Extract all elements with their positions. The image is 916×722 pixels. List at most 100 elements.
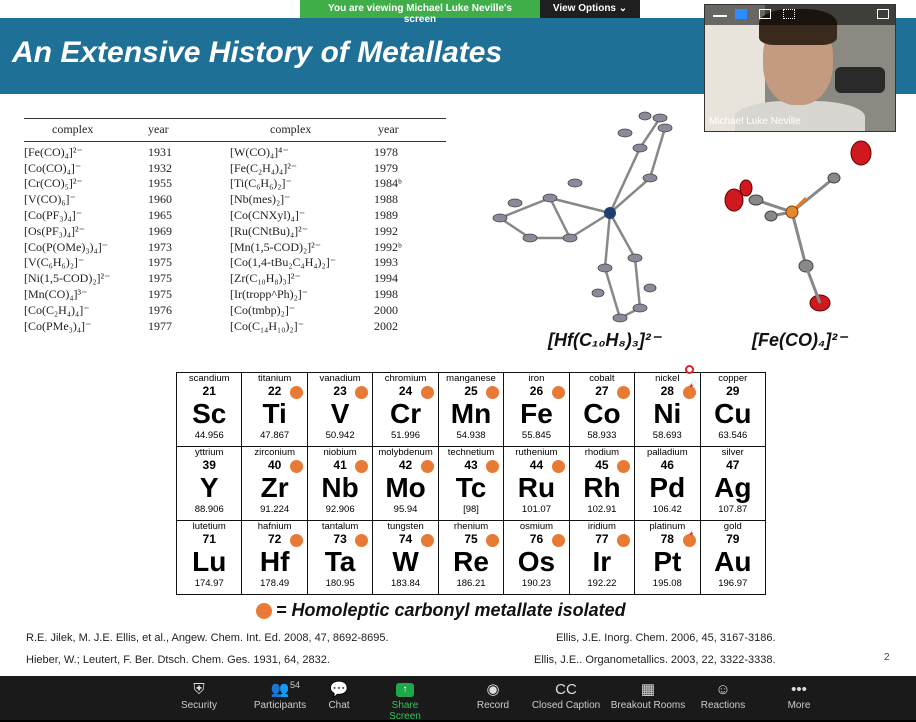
element-symbol: Cu: [714, 398, 752, 429]
element-cell-nickel: nickel 28 Ni 58.693 *: [634, 372, 701, 447]
reactions-icon: ☺: [715, 681, 731, 698]
periodic-table: scandium 21 Sc 44.956 titanium 22 Ti 47.867 vana…: [175, 372, 767, 595]
element-name: gold: [723, 521, 742, 532]
breakout-rooms-icon: ▦: [640, 681, 656, 698]
closed-caption-icon: CC: [555, 681, 577, 698]
toolbar-label: More: [787, 700, 811, 711]
table-cell-year: 1973: [148, 239, 172, 254]
carbonyl-dot: [617, 534, 631, 547]
viewing-banner: You are viewing Michael Luke Neville's s…: [300, 0, 640, 25]
element-symbol: Ir: [592, 546, 612, 577]
element-mass: 107.87: [718, 504, 748, 515]
element-mass: 192.22: [587, 578, 617, 589]
share-screen-button[interactable]: ↑ Share Screen: [382, 680, 428, 722]
element-symbol: Y: [199, 472, 219, 503]
security-button[interactable]: ⛨ Security: [176, 680, 222, 711]
element-symbol: V: [330, 398, 350, 429]
element-symbol: Co: [583, 398, 621, 429]
element-cell-technetium: technetium 43 Tc [98]: [437, 446, 505, 521]
carbonyl-dot: [551, 534, 565, 547]
maximize-icon[interactable]: [877, 9, 889, 19]
viewing-notice: You are viewing Michael Luke Neville's s…: [300, 0, 540, 25]
element-cell-lutetium: lutetium 71 Lu 174.97: [175, 520, 243, 595]
table-cell-year: 1979: [374, 160, 398, 175]
table-cell-complex: [Os(PF₃)₄]²⁻: [24, 223, 85, 238]
element-cell-palladium: palladium 46 Pd 106.42: [634, 446, 701, 521]
reference-3: Ellis, J.E. Inorg. Chem. 2006, 45, 3167-…: [556, 632, 776, 644]
element-mass: 95.94: [393, 504, 418, 515]
record-button[interactable]: ◉ Record: [470, 680, 516, 711]
table-cell-complex: [Co(tmbp)₂]⁻: [230, 302, 296, 317]
element-name: zirconium: [254, 447, 295, 458]
gallery-view-icon[interactable]: [783, 9, 795, 19]
toolbar-label: Record: [476, 700, 510, 711]
table-cell-complex: [Zr(C₁₀H₈)₃]²⁻: [230, 271, 301, 286]
slide-title: An Extensive History of Metallates: [12, 36, 503, 69]
table-cell-year: 1975: [148, 286, 172, 301]
participants-button[interactable]: 👥 Participants 54: [240, 680, 320, 711]
chat-icon: 💬: [329, 681, 349, 698]
element-cell-gold: gold 79 Au 196.97: [699, 520, 767, 595]
element-symbol: Mo: [385, 472, 426, 503]
hf-structure-image: [492, 111, 673, 323]
table-cell-complex: [Co(P(OMe)₃)₄]⁻: [24, 239, 109, 254]
table-right-column: [W(CO)₄]⁴⁻ 1978 [Fe(C₂H₄)₄]²⁻ 1979 [Ti(C₆H₆)…: [230, 145, 446, 335]
table-cell-year: 1989: [374, 207, 398, 222]
chat-button[interactable]: 💬 Chat: [316, 680, 362, 711]
carbonyl-dot: [289, 460, 303, 473]
element-name: iridium: [587, 521, 616, 532]
table-cell-complex: [Mn(1,5-COD)₂]²⁻: [230, 239, 322, 254]
element-mass: 88.906: [194, 504, 224, 515]
element-cell-yttrium: yttrium 39 Y 88.906: [175, 446, 243, 521]
participant-video[interactable]: Michael Luke Neville: [704, 4, 896, 132]
element-cell-tantalum: tantalum 73 Ta 180.95: [306, 520, 374, 595]
header-complex: complex: [52, 122, 94, 136]
legend-text: = Homoleptic carbonyl metallate isolated: [276, 600, 626, 620]
element-cell-tungsten: tungsten 74 W 183.84: [372, 520, 439, 595]
element-cell-cobalt: cobalt 27 Co 58.933: [568, 372, 636, 447]
side-by-side-icon[interactable]: [759, 9, 771, 19]
element-mass: 196.97: [718, 578, 748, 589]
view-options-button[interactable]: View Options ⌄: [540, 0, 640, 18]
element-mass: 63.546: [718, 430, 748, 441]
carbonyl-dot: [551, 386, 565, 399]
element-cell-vanadium: vanadium 23 V 50.942: [306, 372, 374, 447]
table-cell-year: 1931: [148, 144, 172, 159]
minimize-icon[interactable]: [713, 15, 727, 17]
table-cell-year: 1977: [148, 318, 172, 333]
breakout-rooms-button[interactable]: ▦ Breakout Rooms: [608, 680, 688, 711]
fe-caption: [Fe(CO)₄]²⁻: [752, 330, 847, 350]
element-cell-iron: iron 26 Fe 55.845: [503, 372, 570, 447]
fe-structure-image: [724, 140, 872, 312]
metallate-table: complex year complex year [Fe(CO)₄]²⁻ 193…: [24, 118, 446, 334]
element-symbol: Rh: [583, 472, 621, 503]
table-cell-year: 1992: [374, 223, 398, 238]
table-cell-year: 2000: [374, 302, 398, 317]
element-mass: 190.23: [521, 578, 551, 589]
element-name: hafnium: [257, 521, 292, 532]
table-cell-complex: [Co(CNXyl)₄]⁻: [230, 207, 306, 222]
header-year: year: [148, 122, 169, 136]
element-mass: 178.49: [260, 578, 290, 589]
more-button[interactable]: ••• More: [776, 680, 822, 711]
participant-name: Michael Luke Neville: [709, 116, 801, 127]
element-number: 71: [202, 532, 216, 546]
closed-caption-button[interactable]: CC Closed Caption: [526, 680, 606, 711]
element-name: vanadium: [319, 373, 361, 384]
asterisk-mark: *: [689, 530, 694, 542]
table-cell-complex: [Co(C₂H₄)₄]⁻: [24, 302, 90, 317]
reference-2: Hieber, W.; Leutert, F. Ber. Dtsch. Chem…: [26, 654, 330, 666]
table-cell-complex: [Ir(tropp^Ph)₂]⁻: [230, 286, 309, 301]
table-cell-year: 1978: [374, 144, 398, 159]
toolbar-label: Security: [180, 700, 218, 711]
element-symbol: Ta: [324, 546, 356, 577]
reactions-button[interactable]: ☺ Reactions: [700, 680, 746, 711]
asterisk-mark: *: [689, 382, 694, 394]
speaker-view-icon[interactable]: [735, 9, 747, 19]
element-mass: 183.84: [391, 578, 421, 589]
element-symbol: Mn: [450, 398, 492, 429]
table-cell-year: 1965: [148, 207, 172, 222]
element-symbol: Tc: [455, 472, 487, 503]
toolbar-label: Chat: [328, 700, 350, 711]
legend-dot: [256, 602, 272, 619]
